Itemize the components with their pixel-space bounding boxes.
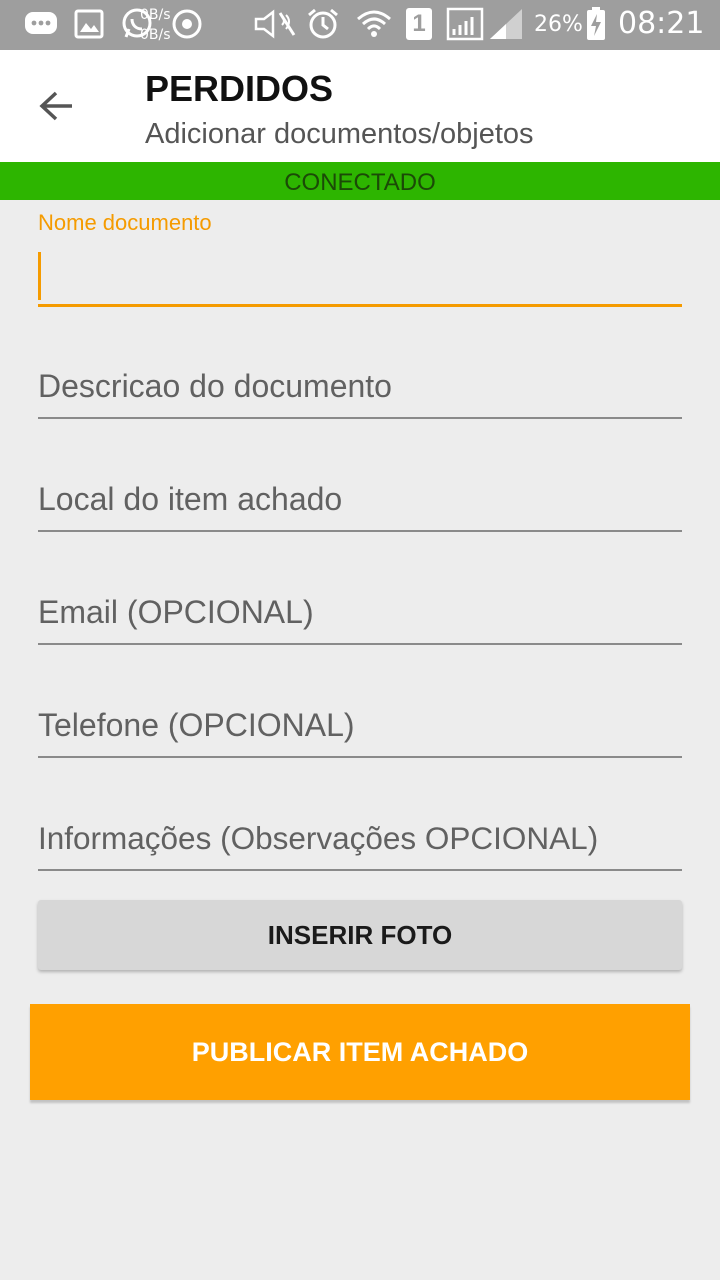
arrow-back-icon xyxy=(39,91,72,121)
mute-icon xyxy=(252,8,298,40)
local-input[interactable]: Local do item achado xyxy=(38,473,682,533)
sim-slot-number: 1 xyxy=(406,8,432,40)
input-underline xyxy=(38,304,682,307)
download-speed: 0B/s xyxy=(140,27,171,43)
battery-percent: 26% xyxy=(534,12,583,37)
informacoes-input[interactable]: Informações (Observações OPCIONAL) xyxy=(38,812,682,872)
page-title: PERDIDOS xyxy=(145,68,334,109)
connection-status-banner: CONECTADO xyxy=(0,162,720,200)
insert-photo-button[interactable]: INSERIR FOTO xyxy=(38,900,682,970)
clock: 08:21 xyxy=(618,6,705,41)
descricao-input[interactable]: Descricao do documento xyxy=(38,360,682,420)
input-underline xyxy=(38,417,682,419)
app-bar: PERDIDOS Adicionar documentos/objetos xyxy=(0,50,720,162)
input-underline xyxy=(38,756,682,758)
text-cursor xyxy=(38,252,41,300)
nome-documento-input[interactable] xyxy=(38,252,682,310)
input-underline xyxy=(38,530,682,532)
page-subtitle: Adicionar documentos/objetos xyxy=(145,118,534,150)
back-button[interactable] xyxy=(24,80,88,132)
email-placeholder: Email (OPCIONAL) xyxy=(38,594,314,630)
publish-item-button[interactable]: PUBLICAR ITEM ACHADO xyxy=(30,1004,690,1100)
wifi-icon xyxy=(356,8,392,40)
input-underline xyxy=(38,643,682,645)
descricao-placeholder: Descricao do documento xyxy=(38,368,392,404)
informacoes-placeholder: Informações (Observações OPCIONAL) xyxy=(38,820,599,856)
nome-documento-label: Nome documento xyxy=(38,210,212,235)
battery-charging-icon xyxy=(586,7,606,40)
messages-icon xyxy=(24,8,58,40)
telefone-input[interactable]: Telefone (OPCIONAL) xyxy=(38,699,682,759)
gallery-icon xyxy=(74,8,104,40)
input-underline xyxy=(38,869,682,871)
status-bar: 0B/s 0B/s 1 26% 08:21 xyxy=(0,0,720,50)
upload-speed: 0B/s xyxy=(140,7,171,23)
vpn-icon xyxy=(170,8,204,40)
email-input[interactable]: Email (OPCIONAL) xyxy=(38,586,682,646)
signal-icon xyxy=(446,7,486,41)
sim-icon: 1 xyxy=(406,8,432,40)
signal-2-icon xyxy=(488,8,524,40)
telefone-placeholder: Telefone (OPCIONAL) xyxy=(38,707,355,743)
local-placeholder: Local do item achado xyxy=(38,481,343,517)
alarm-icon xyxy=(306,8,340,40)
